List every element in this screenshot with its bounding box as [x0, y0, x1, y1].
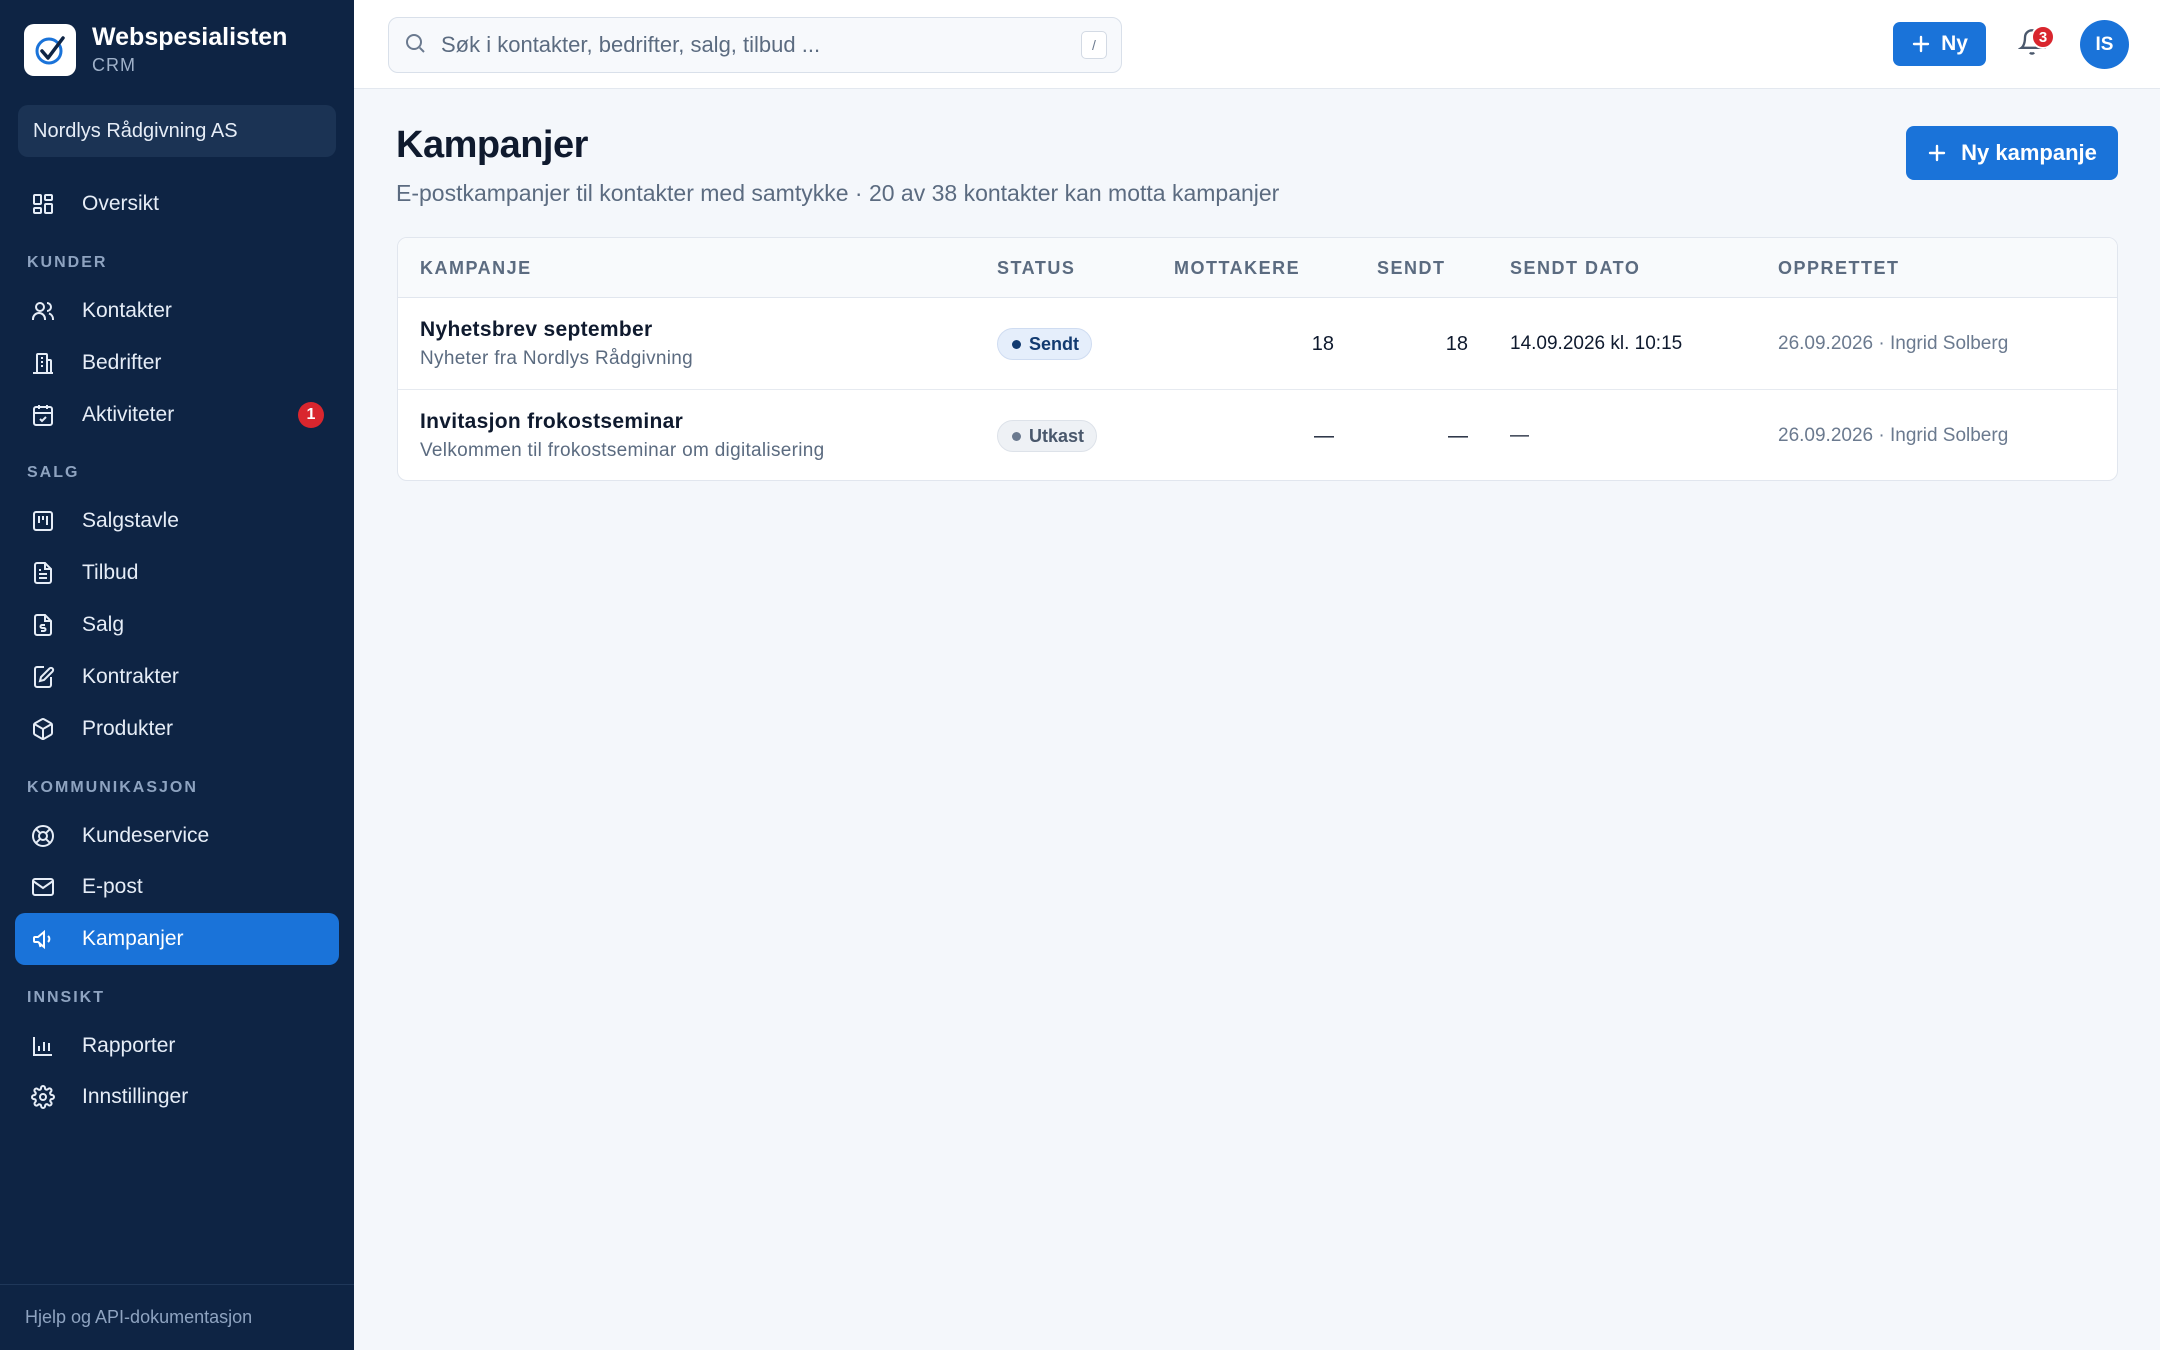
sidebar-item-label: Produkter — [82, 717, 174, 740]
sidebar-item-label: Kontrakter — [82, 665, 179, 688]
brand[interactable]: Webspesialisten CRM — [24, 22, 287, 78]
topbar: / Ny 3 IS — [354, 0, 2160, 89]
sidebar-item-label: Oversikt — [82, 192, 160, 215]
column-header-recipients[interactable]: MOTTAKERE — [1174, 238, 1300, 298]
sidebar-item-label: Salg — [82, 613, 125, 636]
receipt-dollar-icon — [30, 612, 56, 638]
sidebar-item-quotes[interactable]: Tilbud — [15, 547, 339, 599]
page-subtitle: E-postkampanjer til kontakter med samtyk… — [396, 180, 1280, 206]
lifebuoy-icon — [30, 823, 56, 849]
column-header-sent-date[interactable]: SENDT DATO — [1510, 238, 1640, 298]
sidebar-item-salesboard[interactable]: Salgstavle — [15, 495, 339, 547]
plus-icon — [1911, 34, 1931, 54]
users-icon — [30, 298, 56, 324]
sidebar-item-reports[interactable]: Rapporter — [15, 1020, 339, 1072]
sidebar-item-label: Kampanjer — [82, 927, 184, 950]
sidebar-item-contracts[interactable]: Kontrakter — [15, 651, 339, 703]
new-button-label: Ny — [1941, 32, 1968, 55]
new-button[interactable]: Ny — [1893, 22, 1986, 66]
activities-count-badge: 1 — [298, 402, 324, 428]
new-campaign-button[interactable]: Ny kampanje — [1906, 126, 2118, 180]
sidebar-item-label: Aktiviteter — [82, 403, 175, 426]
bar-chart-icon — [30, 1033, 56, 1059]
column-header-sent[interactable]: SENDT — [1377, 238, 1446, 298]
sidebar-item-contacts[interactable]: Kontakter — [15, 285, 339, 337]
brand-logo-icon — [24, 24, 76, 76]
calendar-check-icon — [30, 402, 56, 428]
sidebar-item-overview[interactable]: Oversikt — [15, 178, 339, 230]
file-signature-icon — [30, 664, 56, 690]
sidebar-item-label: Innstillinger — [82, 1085, 189, 1108]
help-docs-label: Hjelp og API-dokumentasjon — [25, 1307, 253, 1327]
sidebar-item-products[interactable]: Produkter — [15, 703, 339, 755]
nav-section-customers: KUNDER — [27, 254, 108, 271]
organization-name: Nordlys Rådgivning AS — [33, 119, 238, 142]
nav-section-sales: SALG — [27, 464, 80, 481]
new-campaign-label: Ny kampanje — [1961, 140, 2097, 165]
sidebar-item-label: Kundeservice — [82, 824, 210, 847]
column-header-created[interactable]: OPPRETTET — [1778, 238, 1900, 298]
kanban-icon — [30, 508, 56, 534]
search-icon — [403, 31, 427, 60]
megaphone-icon — [30, 926, 56, 952]
column-header-campaign[interactable]: KAMPANJE — [420, 238, 532, 298]
brand-name: Webspesialisten — [92, 23, 288, 51]
sidebar-item-label: Salgstavle — [82, 509, 179, 532]
sidebar-item-sales[interactable]: Salg — [15, 599, 339, 651]
sidebar-item-label: E-post — [82, 875, 143, 898]
sent-value: — — [1448, 424, 1468, 447]
sidebar-item-email[interactable]: E-post — [15, 861, 339, 913]
sidebar-item-companies[interactable]: Bedrifter — [15, 337, 339, 389]
sidebar-item-label: Rapporter — [82, 1034, 176, 1057]
document-icon — [30, 560, 56, 586]
global-search[interactable]: / — [388, 17, 1122, 73]
sidebar-item-support[interactable]: Kundeservice — [15, 810, 339, 862]
sidebar-item-activities[interactable]: Aktiviteter 1 — [15, 389, 339, 441]
sidebar-item-settings[interactable]: Innstillinger — [15, 1071, 339, 1123]
column-header-status[interactable]: STATUS — [997, 238, 1075, 298]
nav-section-insight: INNSIKT — [27, 989, 105, 1006]
sent-value: 18 — [1445, 332, 1468, 355]
sidebar-item-label: Tilbud — [82, 561, 139, 584]
campaigns-table: KAMPANJE STATUS MOTTAKERE SENDT SENDT DA… — [397, 237, 2118, 481]
help-docs-link[interactable]: Hjelp og API-dokumentasjon — [0, 1284, 354, 1350]
brand-subtitle: CRM — [92, 55, 136, 75]
notifications-count-badge: 3 — [2031, 25, 2055, 49]
user-avatar[interactable]: IS — [2080, 20, 2129, 69]
table-header: KAMPANJE STATUS MOTTAKERE SENDT SENDT DA… — [398, 238, 2117, 298]
mail-icon — [30, 874, 56, 900]
package-icon — [30, 716, 56, 742]
dashboard-icon — [30, 191, 56, 217]
nav-section-communication: KOMMUNIKASJON — [27, 779, 198, 796]
sidebar: Webspesialisten CRM Nordlys Rådgivning A… — [0, 0, 354, 1350]
building-icon — [30, 350, 56, 376]
search-shortcut-hint: / — [1081, 31, 1107, 59]
gear-icon — [30, 1084, 56, 1110]
sidebar-item-campaigns[interactable]: Kampanjer — [15, 913, 339, 965]
search-input[interactable] — [441, 32, 1041, 58]
sidebar-item-label: Bedrifter — [82, 351, 162, 374]
plus-icon — [1927, 143, 1947, 163]
page-title: Kampanjer — [396, 124, 588, 166]
sidebar-item-label: Kontakter — [82, 299, 172, 322]
organization-switcher[interactable]: Nordlys Rådgivning AS — [18, 105, 336, 157]
numeric-columns: 18 18 — — — [398, 298, 2117, 480]
